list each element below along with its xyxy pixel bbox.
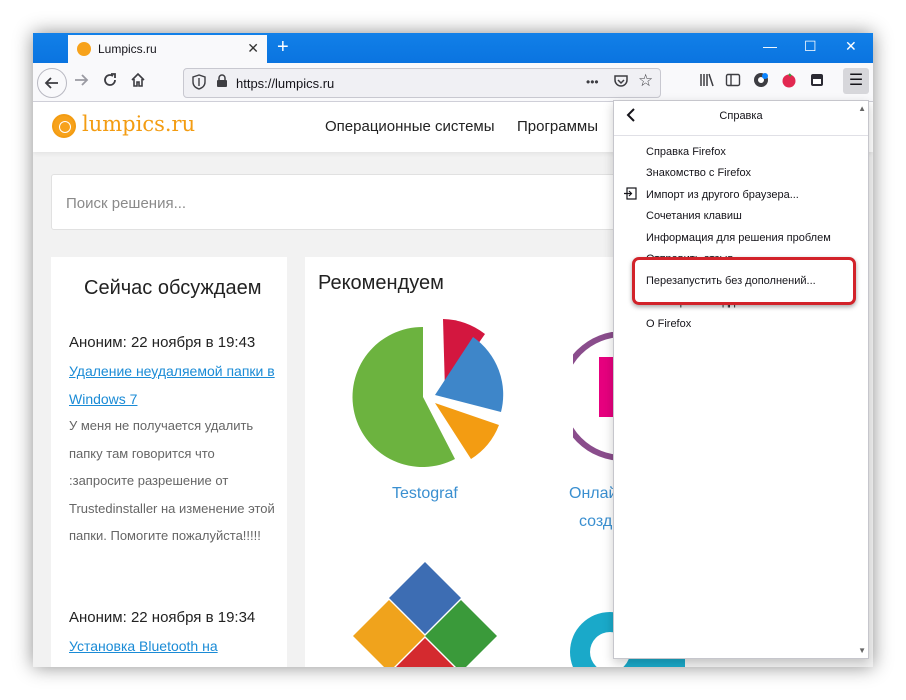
extension-icon[interactable] [751,72,771,92]
lock-icon[interactable] [216,74,228,92]
menu-item-shortcuts[interactable]: Сочетания клавиш [646,210,742,222]
shield-icon[interactable] [192,74,206,94]
lumpics-logo-icon[interactable] [52,114,76,138]
search-placeholder: Поиск решения... [66,195,187,212]
arrow-left-icon [44,77,58,89]
comment-author: Аноним: 22 ноября в 19:34 [69,609,256,626]
nav-link-programs[interactable]: Программы [517,118,598,135]
minimize-button[interactable]: — [763,38,777,54]
recommended-title: Рекомендуем [318,272,444,294]
nav-link-os[interactable]: Операционные системы [325,118,495,135]
firefox-window: Lumpics.ru ✕ + — ☐ ✕ https://lumpics.ru … [33,33,873,667]
import-icon [624,187,637,200]
reload-button[interactable] [98,70,122,94]
extension-dark-icon[interactable] [807,72,827,92]
scroll-up-icon[interactable]: ▲ [858,104,866,113]
help-menu-title: Справка [719,110,763,122]
help-menu-header: Справка [614,101,868,136]
recommended-item-label[interactable]: созд [579,513,612,531]
testograf-logo-icon[interactable] [343,317,513,477]
menu-item-about-firefox[interactable]: О Firefox [646,318,691,330]
home-icon [131,72,145,87]
tab-lumpics[interactable]: Lumpics.ru ✕ [68,35,267,63]
discussion-card: Сейчас обсуждаем Аноним: 22 ноября в 19:… [51,257,287,667]
site-search-input[interactable]: Поиск решения... [51,174,653,230]
menu-item-get-started[interactable]: Знакомство с Firefox [646,167,751,179]
nav-toolbar: https://lumpics.ru ••• ☆ ☰ [33,63,873,102]
discussion-title: Сейчас обсуждаем [84,277,262,299]
comment-link[interactable]: Удаление неудаляемой папки в Windows 7 [69,357,279,413]
diamond-logo-icon[interactable] [345,562,505,667]
pocket-icon[interactable] [614,74,628,92]
back-button[interactable] [37,68,67,98]
bookmark-star-icon[interactable]: ☆ [638,72,653,90]
extension-red-icon[interactable] [779,72,799,92]
tab-strip: Lumpics.ru ✕ + — ☐ ✕ [33,33,873,63]
menu-item-restart-addons-disabled[interactable]: Перезапустить без дополнений... [646,275,816,287]
site-logo[interactable]: lumpics.ru [82,112,195,136]
tab-close-icon[interactable]: ✕ [247,40,259,56]
url-bar[interactable]: https://lumpics.ru ••• ☆ [183,68,661,98]
home-button[interactable] [126,70,150,94]
forward-button[interactable] [69,70,93,94]
recommended-item-label[interactable]: Онлай [569,485,617,503]
tab-title: Lumpics.ru [98,42,157,56]
comment-text: У меня не получается удалить папку там г… [69,418,275,544]
scroll-down-icon[interactable]: ▼ [858,646,866,655]
recommended-item-label[interactable]: Testograf [392,485,458,503]
help-menu-panel: Справка Справка Firefox Знакомство с Fir… [613,100,869,659]
maximize-button[interactable]: ☐ [804,38,817,54]
page-actions-icon[interactable]: ••• [586,73,599,91]
close-window-button[interactable]: ✕ [845,38,857,54]
library-icon[interactable] [697,72,717,92]
comment-link[interactable]: Установка Bluetooth на [69,632,279,660]
app-menu-button[interactable]: ☰ [843,68,869,94]
arrow-right-icon [75,74,89,86]
menu-item-troubleshooting[interactable]: Информация для решения проблем [646,232,831,244]
reload-icon [104,73,116,86]
menu-item-firefox-help[interactable]: Справка Firefox [646,146,726,158]
sidebar-icon[interactable] [723,72,743,92]
comment-author: Аноним: 22 ноября в 19:43 [69,334,256,351]
url-text[interactable]: https://lumpics.ru [236,76,334,91]
lumpics-favicon-icon [77,42,91,56]
new-tab-button[interactable]: + [277,36,289,58]
menu-item-import[interactable]: Импорт из другого браузера... [646,189,799,201]
